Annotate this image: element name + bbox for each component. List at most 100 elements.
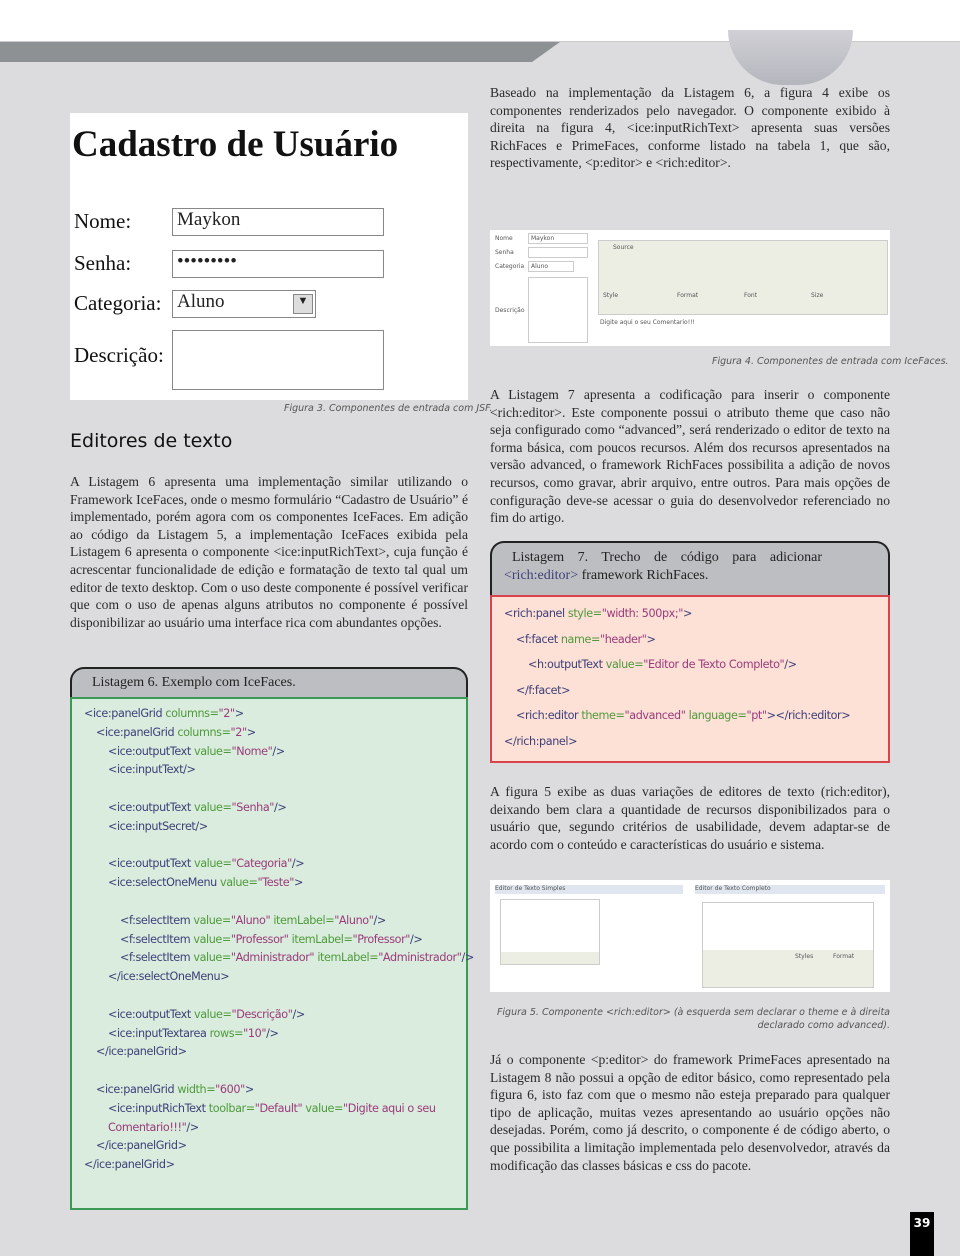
code-token-tag: /> (272, 744, 285, 758)
fig4-label-senha: Senha (495, 249, 514, 256)
form-title: Cadastro de Usuário (72, 124, 399, 165)
code-token-tag: <h:outputText (528, 658, 606, 672)
figure-5-caption: Figura 5. Componente <rich:editor> (à es… (496, 1007, 890, 1031)
code-token-val: "Categoria" (231, 857, 293, 871)
code-token-val: "pt" (746, 709, 767, 723)
right-paragraph-2: A Listagem 7 apresenta a codificação par… (490, 387, 890, 526)
code-token-attr: itemLabel= (270, 913, 335, 927)
code-token-tag: <f:facet (516, 632, 561, 646)
code-line: <ice:panelGrid columns="2"> (84, 724, 454, 743)
listing-7-code: <rich:panel style="width: 500px;"> <f:fac… (490, 595, 890, 763)
code-token-attr: value= (605, 658, 644, 672)
code-token-tag: <f:selectItem (120, 932, 194, 946)
right-paragraph-3: A figura 5 exibe as duas variações de ed… (490, 784, 890, 852)
code-token-tag: </ice:panelGrid> (84, 1158, 175, 1172)
code-token-tag: <ice:outputText (108, 857, 194, 871)
code-token-tag: <ice:inputTextarea (108, 1026, 210, 1040)
header-decoration (728, 30, 853, 85)
code-token-tag: /> (291, 857, 305, 871)
fig4-source-button: Source (613, 244, 634, 251)
code-token-tag: </rich:panel> (504, 734, 578, 748)
fig5-styles-select: Styles (795, 953, 814, 960)
fig4-font-label: Font (744, 292, 758, 299)
label-senha: Senha: (74, 251, 132, 275)
code-line: <ice:outputText value="Categoria"/> (84, 855, 454, 874)
code-token-val: "2" (230, 725, 248, 739)
header-bar (0, 42, 560, 62)
fig5-format-select: Format (833, 953, 855, 960)
right-paragraph-1: Baseado na implementação da Listagem 6, … (490, 85, 890, 171)
code-token-attr: columns= (165, 707, 219, 720)
code-token-tag: /> (186, 1120, 199, 1134)
code-line: </ice:panelGrid> (84, 1137, 454, 1156)
code-token-attr: value= (193, 744, 232, 758)
code-token-tag: > (234, 707, 244, 720)
listing-6-code: <ice:panelGrid columns="2"> <ice:panelGri… (70, 697, 474, 1210)
code-token-attr: value= (193, 932, 231, 946)
fig4-style-label: Style (603, 292, 619, 299)
code-token-val: "Descrição" (231, 1007, 293, 1021)
code-token-tag: <rich:editor (516, 709, 582, 723)
code-token-val: "Digite aqui o seu (342, 1101, 436, 1115)
code-token-attr: value= (193, 857, 232, 871)
code-line: </rich:panel> (504, 729, 876, 755)
fig4-label-categoria: Categoria (495, 263, 525, 270)
code-line: <rich:editor theme="advanced" language="… (504, 703, 876, 729)
code-token-attr: value= (219, 876, 258, 890)
code-token-tag: > (293, 876, 303, 890)
code-token-val: "2" (218, 707, 236, 720)
code-token-tag: > (244, 1082, 254, 1096)
code-token-tag: <ice:panelGrid (84, 707, 166, 720)
code-token-attr: width= (177, 1082, 216, 1096)
code-token-val: "600" (215, 1082, 245, 1096)
code-line: <f:selectItem value="Professor" itemLabe… (84, 931, 454, 950)
descricao-textarea (172, 330, 384, 390)
fig5-advanced-toolbar: Styles Format (703, 950, 873, 987)
listing-7-title-text: Listagem 7. Trecho de código para adicio… (512, 550, 822, 565)
code-token-val: "header" (599, 632, 647, 646)
code-line: <f:selectItem value="Aluno" itemLabel="A… (84, 912, 454, 931)
page-number: 39 (910, 1212, 934, 1256)
code-token-tag: <rich:panel (504, 607, 568, 620)
code-line: <h:outputText value="Editor de Texto Com… (504, 652, 876, 678)
fig4-editor-text: Digite aqui o seu Comentario!!! (600, 319, 695, 326)
code-token-val: "Nome" (231, 744, 273, 758)
code-line: <ice:outputText value="Descrição"/> (84, 1006, 454, 1025)
code-line: </f:facet> (504, 678, 876, 704)
listing-6-title: Listagem 6. Exemplo com IceFaces. (70, 667, 468, 697)
code-token-tag: /> (274, 800, 287, 814)
code-token-tag: <ice:inputRichText (108, 1101, 209, 1115)
figure-3-image: Cadastro de Usuário Nome: Maykon Senha: … (70, 113, 468, 400)
listing-7-title-suffix: framework RichFaces. (578, 568, 709, 583)
code-line: <rich:panel style="width: 500px;"> (504, 601, 876, 627)
code-token-attr: value= (193, 951, 231, 965)
code-token-tag: /> (461, 951, 474, 965)
fig4-label-descricao: Descrição (495, 307, 525, 314)
code-token-val: "Administrador" (230, 951, 315, 965)
figure-5-image: Editor de Texto Simples Editor de Texto … (490, 880, 890, 992)
listing-6: Listagem 6. Exemplo com IceFaces. <ice:p… (70, 667, 474, 1210)
code-line: <f:selectItem value="Administrador" item… (84, 949, 474, 968)
code-token-tag: ></rich:editor> (766, 709, 851, 723)
code-token-val: "Administrador" (378, 951, 462, 965)
code-line: <ice:outputText value="Nome"/> (84, 743, 454, 762)
code-token-val: "10" (243, 1026, 267, 1040)
code-line: Comentario!!!"/> (84, 1119, 454, 1138)
code-token-tag: <ice:selectOneMenu (108, 876, 220, 890)
listing-7: Listagem 7. Trecho de código para adicio… (490, 541, 890, 763)
code-token-tag: <ice:inputSecret/> (108, 819, 208, 833)
nome-field: Maykon (172, 208, 384, 236)
code-token-attr: value= (302, 1101, 343, 1115)
code-line: <ice:inputText/> (84, 761, 454, 780)
code-token-tag: <ice:outputText (108, 744, 194, 758)
fig5-simple-toolbar (501, 952, 599, 964)
code-token-attr: columns= (177, 725, 231, 739)
fig5-right-header: Editor de Texto Completo (695, 885, 885, 894)
code-token-tag: </ice:panelGrid> (96, 1045, 187, 1059)
code-token-attr: toolbar= (208, 1101, 255, 1115)
code-token-tag: <f:selectItem (120, 951, 194, 965)
code-line: <f:facet name="header"> (504, 627, 876, 653)
